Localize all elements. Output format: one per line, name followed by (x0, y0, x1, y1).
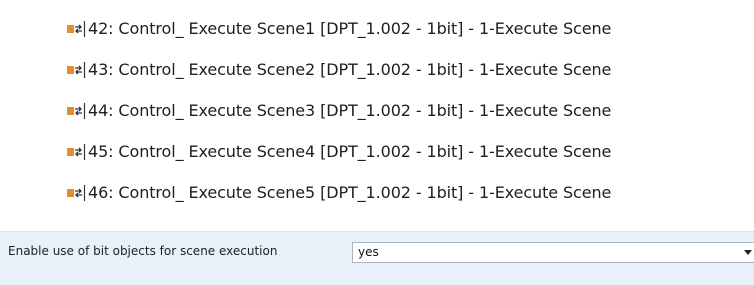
communication-object-label: 43: Control_ Execute Scene2 [DPT_1.002 -… (88, 60, 612, 79)
select-value: yes (358, 245, 379, 259)
communication-object-list: 42: Control_ Execute Scene1 [DPT_1.002 -… (66, 8, 754, 213)
knx-communication-object-icon (66, 101, 86, 121)
communication-object-label: 44: Control_ Execute Scene3 [DPT_1.002 -… (88, 101, 612, 120)
communication-object-item[interactable]: 46: Control_ Execute Scene5 [DPT_1.002 -… (66, 172, 754, 213)
knx-communication-object-icon (66, 60, 86, 80)
parameter-label: Enable use of bit objects for scene exec… (8, 244, 278, 258)
knx-communication-object-icon (66, 183, 86, 203)
communication-object-label: 46: Control_ Execute Scene5 [DPT_1.002 -… (88, 183, 612, 202)
parameter-page: { "objects": [ {"label": "42: Control_ E… (0, 0, 754, 285)
communication-object-item[interactable]: 42: Control_ Execute Scene1 [DPT_1.002 -… (66, 8, 754, 49)
enable-bit-objects-select[interactable]: yes (352, 242, 754, 263)
communication-object-label: 42: Control_ Execute Scene1 [DPT_1.002 -… (88, 19, 612, 38)
communication-object-item[interactable]: 44: Control_ Execute Scene3 [DPT_1.002 -… (66, 90, 754, 131)
communication-object-item[interactable]: 43: Control_ Execute Scene2 [DPT_1.002 -… (66, 49, 754, 90)
parameter-row-enable-bit-objects: Enable use of bit objects for scene exec… (0, 231, 754, 285)
communication-object-label: 45: Control_ Execute Scene4 [DPT_1.002 -… (88, 142, 612, 161)
chevron-down-icon[interactable] (744, 250, 752, 255)
communication-object-item[interactable]: 45: Control_ Execute Scene4 [DPT_1.002 -… (66, 131, 754, 172)
knx-communication-object-icon (66, 142, 86, 162)
knx-communication-object-icon (66, 19, 86, 39)
